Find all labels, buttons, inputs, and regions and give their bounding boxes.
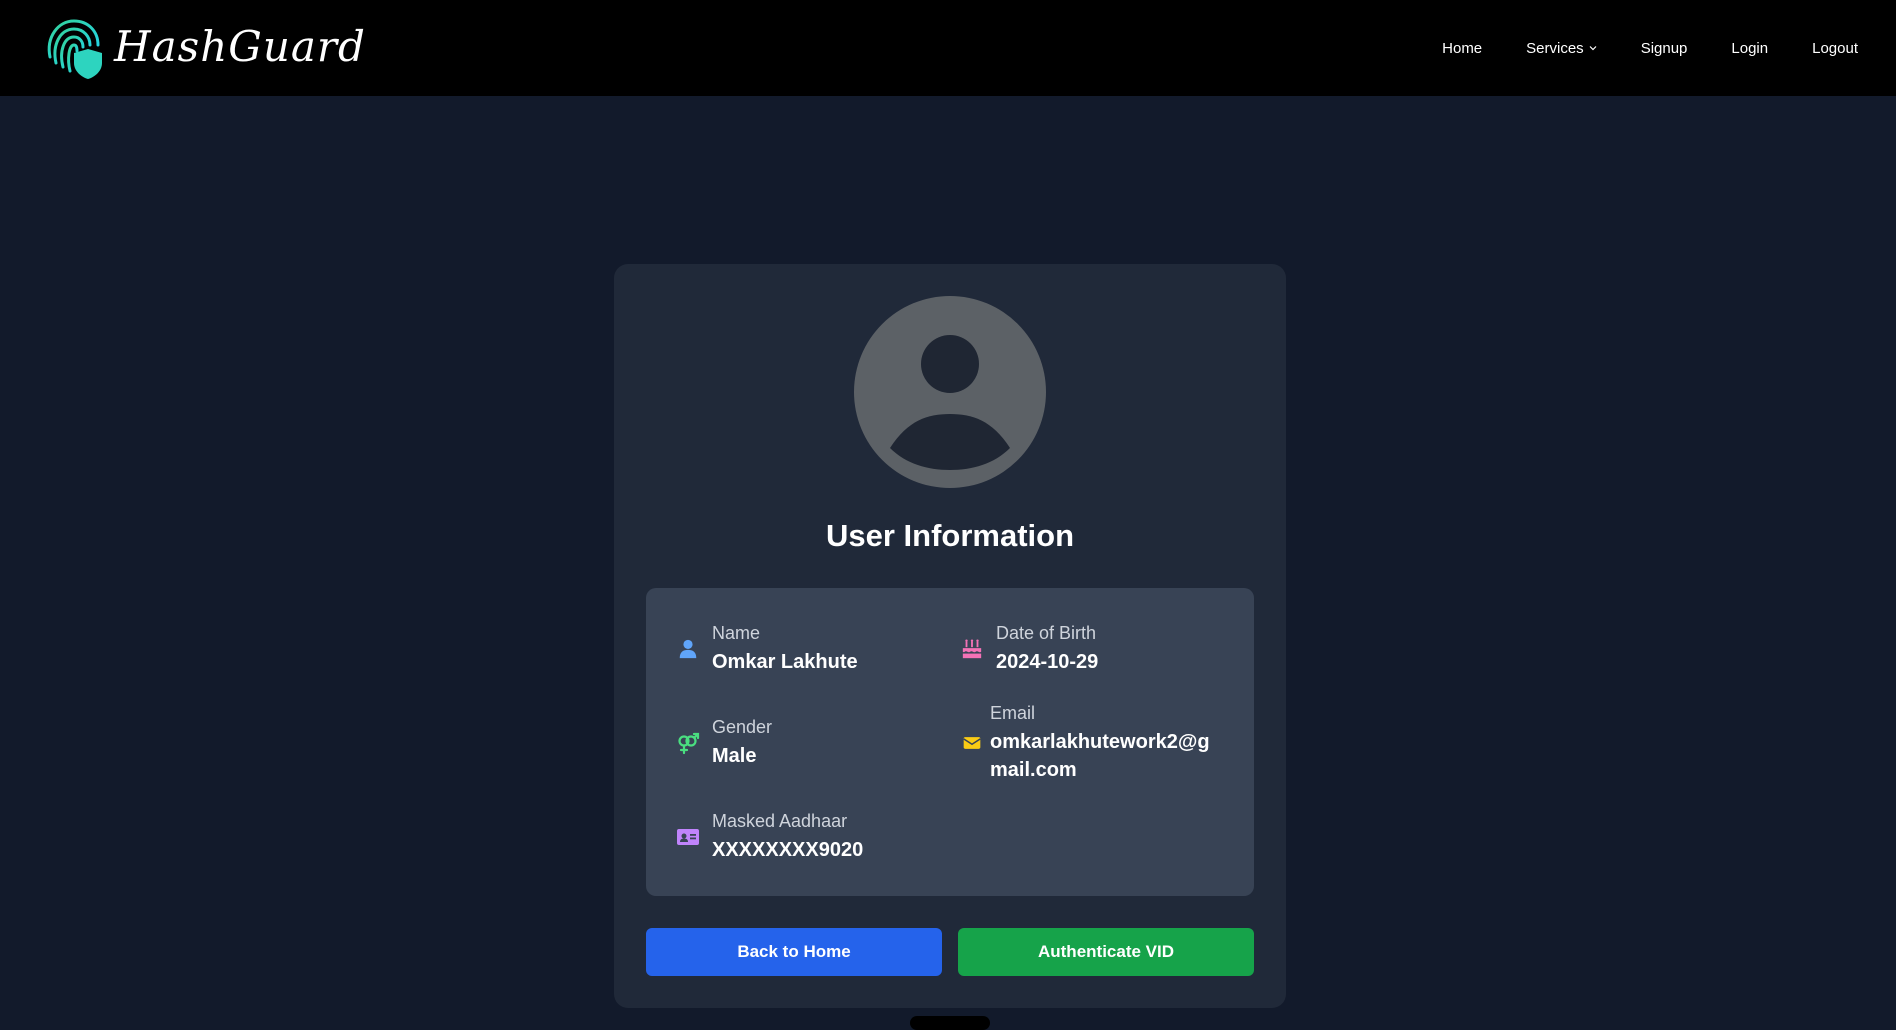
user-avatar-icon (890, 335, 1010, 470)
back-to-home-button[interactable]: Back to Home (646, 928, 942, 976)
name-label: Name (712, 623, 761, 643)
nav-services-label: Services (1526, 39, 1584, 57)
nav-signup[interactable]: Signup (1641, 40, 1688, 57)
birthday-cake-icon (960, 637, 984, 661)
nav-login[interactable]: Login (1731, 40, 1768, 57)
info-panel: Name Omkar Lakhute Date of Birth 2024-10… (646, 588, 1254, 896)
dob-label: Date of Birth (996, 623, 1097, 643)
envelope-icon (960, 731, 984, 755)
user-icon (676, 637, 700, 661)
brand-name: HashGuard (114, 21, 366, 71)
nav-home-label: Home (1442, 39, 1483, 57)
scroll-indicator (910, 1016, 990, 1030)
dob-value: 2024-10-29 (996, 651, 1099, 673)
nav-services[interactable]: Services (1526, 40, 1597, 57)
chevron-down-icon (1589, 46, 1597, 51)
nav-logout[interactable]: Logout (1812, 40, 1858, 57)
aadhaar-label: Masked Aadhaar (712, 811, 848, 831)
email-label: Email (990, 703, 1036, 723)
nav-signup-label: Signup (1640, 39, 1688, 57)
brand[interactable]: HashGuard (42, 15, 366, 81)
nav-home[interactable]: Home (1442, 40, 1482, 57)
user-info-card: User Information Name Omkar Lakhute Date… (614, 264, 1286, 1008)
aadhaar-value: XXXXXXXX9020 (712, 839, 864, 861)
field-aadhaar: Masked Aadhaar XXXXXXXX9020 (676, 810, 863, 864)
field-name: Name Omkar Lakhute (676, 622, 858, 676)
field-gender: Gender Male (676, 716, 772, 770)
email-value: omkarlakhutework2@gmail.com (990, 731, 1210, 781)
id-card-icon (676, 825, 700, 849)
nav-logout-label: Logout (1812, 39, 1858, 57)
main-nav: Home Services Signup Login Logout (1442, 40, 1858, 57)
gender-label: Gender (712, 717, 773, 737)
authenticate-vid-button[interactable]: Authenticate VID (958, 928, 1254, 976)
gender-icon (676, 731, 700, 755)
field-email: Email omkarlakhutework2@gmail.com (960, 702, 1222, 784)
field-dob: Date of Birth 2024-10-29 (960, 622, 1098, 676)
name-value: Omkar Lakhute (712, 651, 858, 673)
nav-login-label: Login (1731, 39, 1769, 57)
page-title: User Information (825, 518, 1075, 553)
gender-value: Male (712, 745, 757, 767)
fingerprint-shield-logo-icon (47, 19, 102, 79)
navbar: HashGuard Home Services Signup Login Log… (0, 0, 1896, 96)
avatar (854, 296, 1046, 488)
